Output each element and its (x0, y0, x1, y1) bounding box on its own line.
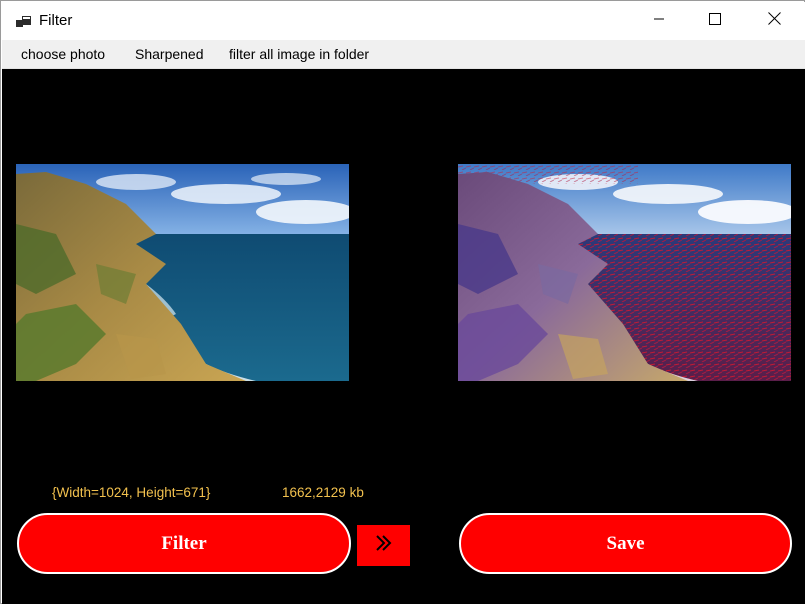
double-chevron-right-icon (374, 533, 394, 558)
image-dimensions: {Width=1024, Height=671} (52, 485, 211, 500)
next-button[interactable] (357, 525, 410, 566)
close-icon (767, 12, 781, 30)
menu-choose-photo[interactable]: choose photo (21, 46, 105, 62)
workspace: {Width=1024, Height=671} 1662,2129 kb Fi… (2, 69, 805, 604)
filtered-photo[interactable] (458, 164, 791, 381)
original-photo[interactable] (16, 164, 349, 381)
app-window-icon (16, 14, 32, 30)
menu-sharpened[interactable]: Sharpened (135, 46, 204, 62)
menu-bar: choose photo Sharpened filter all image … (2, 40, 805, 69)
maximize-button[interactable] (692, 2, 738, 40)
maximize-icon (709, 12, 721, 30)
minimize-button[interactable] (636, 2, 682, 40)
app-window: Filter choose photo Sharpened filter all… (0, 0, 805, 604)
menu-filter-all-images[interactable]: filter all image in folder (229, 46, 369, 62)
file-size: 1662,2129 kb (282, 485, 364, 500)
window-title: Filter (39, 12, 73, 29)
filter-button[interactable]: Filter (17, 513, 351, 574)
close-button[interactable] (751, 2, 797, 40)
minimize-icon (653, 12, 665, 30)
title-bar[interactable]: Filter (2, 2, 805, 40)
save-button[interactable]: Save (459, 513, 792, 574)
